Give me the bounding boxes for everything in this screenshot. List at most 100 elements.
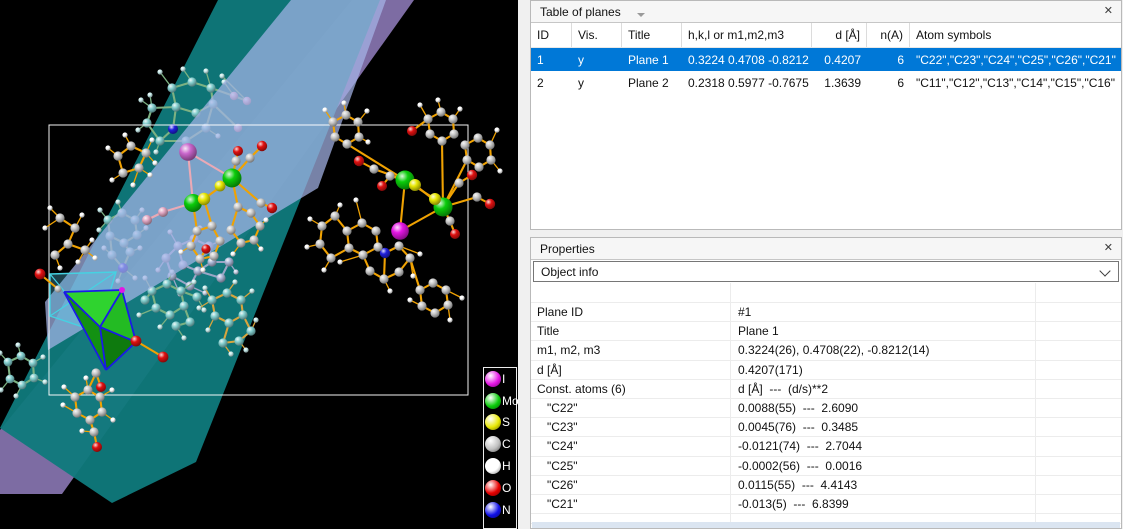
cell-n: 6 [897, 75, 904, 90]
property-row[interactable]: "C23" 0.0045(76) --- 0.3485 [531, 418, 1121, 438]
property-value: -0.013(5) --- 6.8399 [731, 494, 1036, 514]
legend-label: H [502, 459, 511, 474]
legend-label: N [502, 502, 511, 517]
panel-title: Table of planes [540, 4, 621, 19]
property-label: Const. atoms (6) [531, 379, 731, 398]
property-row[interactable]: "C25" -0.0002(56) --- 0.0016 [531, 456, 1121, 476]
column-header-d[interactable]: d [Å] [812, 23, 867, 47]
property-row[interactable]: "C26" 0.0115(55) --- 4.4143 [531, 475, 1121, 495]
property-value: 0.3224(26), 0.4708(22), -0.8212(14) [731, 341, 1036, 360]
atom-color-swatch [485, 501, 501, 518]
column-header-vis[interactable]: Vis. [572, 23, 622, 47]
atom-color-swatch [485, 370, 501, 387]
property-row[interactable]: d [Å] 0.4207(171) [531, 360, 1121, 380]
property-value: 0.4207(171) [731, 360, 1036, 379]
property-label: "C22" [531, 398, 731, 418]
legend-item: I [484, 368, 516, 390]
panel-title: Properties [540, 241, 595, 256]
property-row[interactable]: "C21" -0.013(5) --- 6.8399 [531, 494, 1121, 515]
legend-item: N [484, 499, 516, 521]
column-header-hkl[interactable]: h,k,l or m1,m2,m3 [682, 23, 812, 47]
property-label: "C25" [531, 456, 731, 475]
table-row[interactable]: 2 y Plane 2 0.2318 0.5977 -0.7675 1.3639 6 "C1… [531, 71, 1121, 94]
object-info-dropdown[interactable]: Object info [533, 261, 1119, 282]
property-row[interactable]: "C24" -0.0121(74) --- 2.7044 [531, 437, 1121, 457]
cell-d: 1.3639 [824, 75, 861, 90]
property-label: "C26" [531, 475, 731, 494]
property-row[interactable] [531, 283, 1121, 303]
legend-label: Mo [502, 393, 519, 408]
cell-n: 6 [897, 52, 904, 67]
legend-label: C [502, 437, 511, 452]
close-icon[interactable]: ✕ [1104, 4, 1113, 18]
cell-hkl: 0.3224 0.4708 -0.8212 [688, 52, 809, 67]
table-body: 1 y Plane 1 0.3224 0.4708 -0.8212 0.4207 6 "C2… [531, 48, 1121, 94]
legend-label: O [502, 480, 512, 495]
cell-title: Plane 2 [628, 75, 669, 90]
cell-vis: y [578, 75, 584, 90]
property-value: 0.0115(55) --- 4.4143 [731, 475, 1036, 494]
column-header-title[interactable]: Title [622, 23, 682, 47]
table-row[interactable]: 1 y Plane 1 0.3224 0.4708 -0.8212 0.4207 6 "C2… [531, 48, 1121, 71]
property-row[interactable]: Plane ID #1 [531, 303, 1121, 323]
properties-panel: Properties ✕ Object info Plane ID #1 Title… [530, 237, 1122, 529]
legend-label: I [502, 371, 506, 386]
property-value [731, 283, 1036, 302]
chevron-down-icon [636, 12, 645, 17]
close-icon[interactable]: ✕ [1104, 241, 1113, 255]
property-value: d [Å] --- (d/s)**2 [731, 379, 1036, 398]
cell-hkl: 0.2318 0.5977 -0.7675 [688, 75, 809, 90]
column-header-id[interactable]: ID [531, 23, 572, 47]
legend-label: S [502, 415, 511, 430]
cell-d: 0.4207 [824, 52, 861, 67]
atom-color-swatch [485, 392, 501, 409]
application-window: I Mo S C H O N Table of planes ✕ ID Vis. Title… [0, 0, 1123, 529]
dropdown-value: Object info [541, 264, 599, 279]
legend-item: H [484, 455, 516, 477]
cell-atoms: "C11","C12","C13","C14","C15","C16" [916, 75, 1115, 90]
atom-color-legend: I Mo S C H O N [483, 367, 519, 529]
property-label: m1, m2, m3 [531, 341, 731, 360]
property-value: #1 [731, 303, 1036, 322]
cell-title: Plane 1 [628, 52, 669, 67]
atom-color-swatch [485, 414, 501, 431]
legend-item: S [484, 412, 516, 434]
legend-item: C [484, 433, 516, 455]
chevron-down-icon [1099, 265, 1111, 277]
property-value: -0.0121(74) --- 2.7044 [731, 437, 1036, 456]
structure-3d-viewport[interactable] [0, 0, 518, 529]
column-header-n[interactable]: n(A) [867, 23, 910, 47]
property-value: -0.0002(56) --- 0.0016 [731, 456, 1036, 475]
property-value: Plane 1 [731, 322, 1036, 341]
atom-color-swatch [485, 436, 501, 453]
atom-color-swatch [485, 479, 501, 496]
property-label: Title [531, 322, 731, 341]
property-label [531, 283, 731, 302]
property-row[interactable]: "C22" 0.0088(55) --- 2.6090 [531, 398, 1121, 419]
cell-vis: y [578, 52, 584, 67]
table-of-planes-panel: Table of planes ✕ ID Vis. Title h,k,l or… [530, 0, 1122, 230]
property-row[interactable]: Title Plane 1 [531, 322, 1121, 342]
atom-color-swatch [485, 458, 501, 475]
legend-item: Mo [484, 390, 519, 412]
cell-id: 1 [537, 52, 544, 67]
property-label: Plane ID [531, 303, 731, 322]
dock-panel-column: Table of planes ✕ ID Vis. Title h,k,l or… [518, 0, 1123, 529]
property-value: 0.0045(76) --- 0.3485 [731, 418, 1036, 437]
property-label: d [Å] [531, 360, 731, 379]
object-info-table: Plane ID #1 Title Plane 1 m1, m2, m3 0.3224(2… [531, 283, 1121, 525]
legend-item: O [484, 477, 516, 499]
table-of-planes-titlebar[interactable]: Table of planes ✕ [531, 1, 1121, 23]
cell-atoms: "C22","C23","C24","C25","C26","C21" [916, 52, 1116, 67]
cell-id: 2 [537, 75, 544, 90]
property-value: 0.0088(55) --- 2.6090 [731, 398, 1036, 418]
property-label: "C23" [531, 418, 731, 437]
table-header-row: ID Vis. Title h,k,l or m1,m2,m3 d [Å] n(… [531, 23, 1121, 48]
property-row[interactable]: Const. atoms (6) d [Å] --- (d/s)**2 [531, 379, 1121, 399]
properties-titlebar[interactable]: Properties ✕ [531, 238, 1121, 260]
property-label: "C21" [531, 494, 731, 514]
panel-bottom-strip[interactable] [532, 522, 1120, 528]
property-label: "C24" [531, 437, 731, 456]
column-header-atom-symbols[interactable]: Atom symbols [910, 23, 1121, 47]
property-row[interactable]: m1, m2, m3 0.3224(26), 0.4708(22), -0.821… [531, 341, 1121, 361]
